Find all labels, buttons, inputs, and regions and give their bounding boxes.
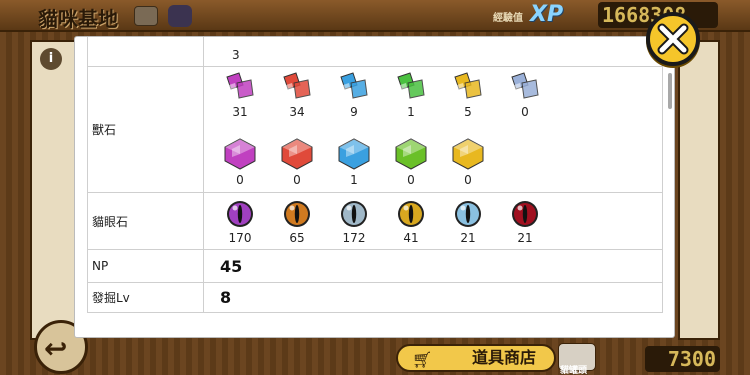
item-count: 9 <box>350 105 358 119</box>
blue-stone-icon <box>334 71 374 103</box>
purple-cat-eye-icon <box>220 199 260 229</box>
dig-level-label: 發掘Lv <box>88 283 204 312</box>
cat-face-icon[interactable] <box>168 5 192 27</box>
inventory-item: 1 <box>391 71 431 119</box>
beast-stone-values: 31 34 9 1 5 0 0 0 1 0 0 <box>204 67 662 192</box>
inventory-item: 5 <box>448 71 488 119</box>
xp-label: 經驗值 <box>493 13 523 24</box>
left-panel <box>30 40 80 340</box>
cat-food-value: 7300 <box>645 346 720 372</box>
table-row-beast-stone: 獸石 31 34 9 1 5 0 0 0 1 0 0 <box>88 66 662 192</box>
inventory-table: 3 獸石 31 34 9 1 5 0 0 0 1 0 0 貓眼石 170 65 172 41 21 21 NP… <box>87 37 663 313</box>
info-button[interactable]: i <box>40 48 62 70</box>
close-icon <box>657 23 689 55</box>
shopping-cart-icon: 🛒︎ <box>412 350 433 369</box>
beast-stone-label: 獸石 <box>88 67 204 192</box>
inventory-item: 0 <box>448 137 488 187</box>
item-count: 5 <box>464 105 472 119</box>
table-row-dig-level: 發掘Lv 8 <box>88 282 662 312</box>
page-title: 貓咪基地 <box>38 7 118 31</box>
rainbow-stone-icon <box>505 71 545 103</box>
np-label: NP <box>88 250 204 282</box>
item-count: 21 <box>517 231 533 245</box>
green-stone-icon <box>391 71 431 103</box>
item-count: 170 <box>228 231 252 245</box>
item-count: 0 <box>293 173 301 187</box>
yellow-stone-icon <box>448 71 488 103</box>
table-row-np: NP 45 <box>88 249 662 282</box>
item-count: 1 <box>407 105 415 119</box>
orange-cat-eye-icon <box>277 199 317 229</box>
back-arrow-icon: ↩ <box>44 332 68 365</box>
table-row: 3 <box>88 37 662 66</box>
item-count: 34 <box>289 105 305 119</box>
xp-logo: XP <box>530 2 564 27</box>
np-value: 45 <box>220 257 243 276</box>
previous-row-value: 3 <box>232 48 240 62</box>
dig-level-value: 8 <box>220 288 232 307</box>
inventory-modal: 3 獸石 31 34 9 1 5 0 0 0 1 0 0 貓眼石 170 65 172 41 21 21 NP… <box>75 37 674 337</box>
item-count: 31 <box>232 105 248 119</box>
silver-cat-eye-icon <box>334 199 374 229</box>
dark-cat-eye-icon <box>505 199 545 229</box>
item-count: 1 <box>350 173 358 187</box>
item-count: 172 <box>342 231 366 245</box>
inventory-item: 34 <box>277 71 317 119</box>
inventory-item: 170 <box>220 199 260 245</box>
cat-eye-label: 貓眼石 <box>88 193 204 249</box>
purple-gem-icon <box>220 137 260 171</box>
inventory-item: 172 <box>334 199 374 245</box>
inventory-item: 21 <box>448 199 488 245</box>
red-gem-icon <box>277 137 317 171</box>
item-count: 41 <box>403 231 419 245</box>
inventory-item: 0 <box>220 137 260 187</box>
close-button[interactable] <box>646 12 700 66</box>
inventory-item: 1 <box>334 137 374 187</box>
inventory-item: 0 <box>277 137 317 187</box>
item-count: 0 <box>464 173 472 187</box>
swap-button[interactable] <box>134 6 158 26</box>
table-row-cat-eye: 貓眼石 170 65 172 41 21 21 <box>88 192 662 249</box>
item-count: 0 <box>236 173 244 187</box>
inventory-item: 0 <box>391 137 431 187</box>
inventory-item: 9 <box>334 71 374 119</box>
cat-food-label: 貓罐頭 <box>560 366 588 375</box>
inventory-item: 21 <box>505 199 545 245</box>
inventory-item: 65 <box>277 199 317 245</box>
blue-gem-icon <box>334 137 374 171</box>
item-count: 65 <box>289 231 305 245</box>
modal-scrollbar[interactable] <box>668 73 672 109</box>
purple-stone-icon <box>220 71 260 103</box>
cat-eye-values: 170 65 172 41 21 21 <box>204 193 662 249</box>
inventory-item: 31 <box>220 71 260 119</box>
inventory-item: 41 <box>391 199 431 245</box>
rainbow-cat-eye-icon <box>448 199 488 229</box>
right-panel <box>678 40 720 340</box>
yellow-gem-icon <box>448 137 488 171</box>
item-count: 0 <box>407 173 415 187</box>
green-gem-icon <box>391 137 431 171</box>
red-stone-icon <box>277 71 317 103</box>
item-count: 21 <box>460 231 476 245</box>
gold-cat-eye-icon <box>391 199 431 229</box>
inventory-item: 0 <box>505 71 545 119</box>
item-count: 0 <box>521 105 529 119</box>
